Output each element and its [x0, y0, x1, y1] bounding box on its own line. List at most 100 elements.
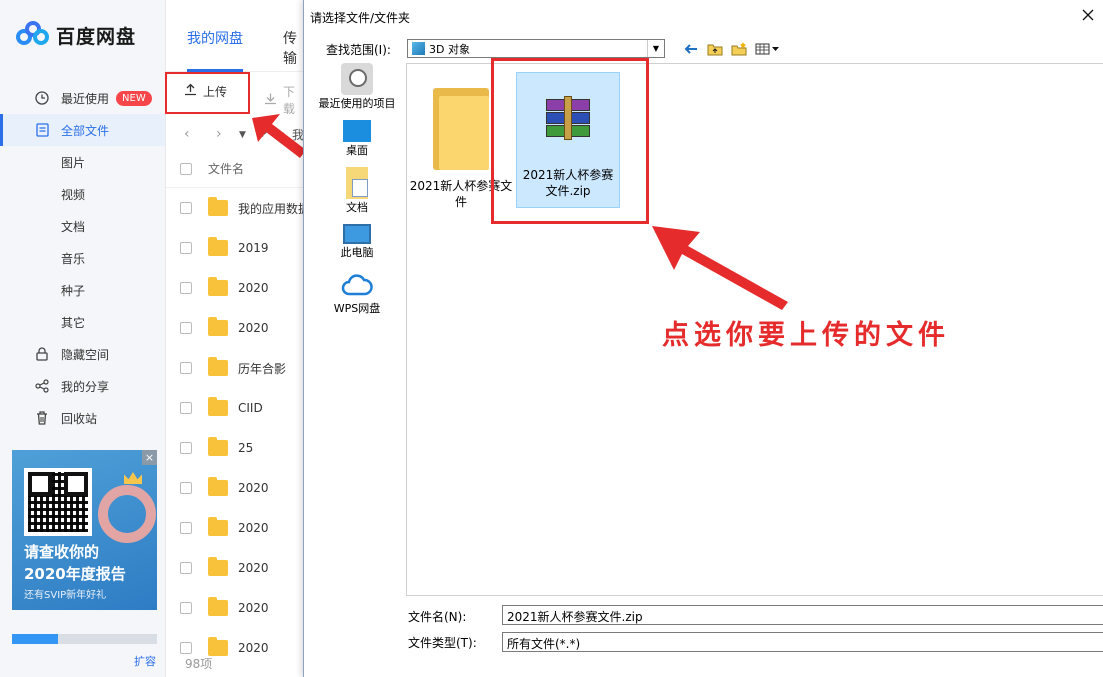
- back-icon[interactable]: ‹: [184, 126, 190, 142]
- filetype-label: 文件类型(T):: [408, 636, 477, 650]
- tab-my-netdisk[interactable]: 我的网盘: [187, 28, 243, 48]
- place-documents[interactable]: 文档: [314, 167, 400, 214]
- table-row[interactable]: 2020: [166, 268, 306, 308]
- row-checkbox[interactable]: [180, 322, 192, 334]
- row-checkbox[interactable]: [180, 562, 192, 574]
- row-checkbox[interactable]: [180, 482, 192, 494]
- select-all-checkbox[interactable]: [180, 162, 192, 175]
- new-folder-icon[interactable]: [730, 40, 748, 57]
- sidebar-nav: 最近使用 NEW 全部文件 图片 视频 文档 音乐 种子 其它 隐藏空间 我的分…: [0, 82, 165, 434]
- folder-icon: [208, 197, 228, 216]
- lookin-label: 查找范围(I):: [326, 43, 391, 57]
- sidebar-item-music[interactable]: 音乐: [0, 242, 165, 274]
- file-name: 2020: [238, 281, 269, 295]
- table-row[interactable]: CIID: [166, 388, 306, 428]
- sidebar-item-label: 种子: [61, 283, 86, 298]
- row-checkbox[interactable]: [180, 362, 192, 374]
- row-checkbox[interactable]: [180, 202, 192, 214]
- place-label: WPS网盘: [333, 302, 381, 315]
- sidebar-item-label: 文档: [61, 219, 86, 234]
- computer-icon: [343, 224, 371, 244]
- row-checkbox[interactable]: [180, 522, 192, 534]
- instruction-callout: 点选你要上传的文件: [662, 320, 950, 351]
- file-name: 2020: [238, 641, 269, 655]
- sidebar-item-all-files[interactable]: 全部文件: [0, 114, 165, 146]
- lookin-dropdown[interactable]: 3D 对象 ▼: [407, 39, 665, 58]
- expand-storage-link[interactable]: 扩容: [134, 653, 156, 669]
- table-row[interactable]: 2020: [166, 588, 306, 628]
- place-this-pc[interactable]: 此电脑: [314, 224, 400, 259]
- sidebar-item-label: 回收站: [61, 411, 98, 426]
- back-arrow-icon[interactable]: [682, 40, 700, 57]
- chevron-down-icon[interactable]: ▼: [647, 40, 664, 57]
- view-menu-icon[interactable]: [754, 40, 782, 57]
- sidebar-item-label: 最近使用: [61, 91, 110, 106]
- sidebar-item-label: 其它: [61, 315, 86, 330]
- sidebar-item-videos[interactable]: 视频: [0, 178, 165, 210]
- file-name: 2019: [238, 241, 269, 255]
- place-label: 此电脑: [340, 246, 374, 259]
- row-checkbox[interactable]: [180, 442, 192, 454]
- row-checkbox[interactable]: [180, 402, 192, 414]
- place-recent[interactable]: 最近使用的项目: [314, 63, 400, 110]
- table-row[interactable]: 历年合影: [166, 348, 306, 388]
- place-desktop[interactable]: 桌面: [314, 120, 400, 157]
- red-arrow-icon: [252, 114, 306, 158]
- baidu-netdisk-window: 百度网盘 最近使用 NEW 全部文件 图片 视频 文档 音乐 种子 其它 隐藏空…: [0, 0, 1103, 677]
- promo-headline-2: 2020年度报告: [24, 565, 126, 583]
- row-checkbox[interactable]: [180, 242, 192, 254]
- dialog-toolbar: [682, 39, 782, 58]
- folder-icon: [208, 237, 228, 256]
- file-name: 我的应用数据: [238, 201, 306, 216]
- annual-report-banner[interactable]: × 请查收你的 2020年度报告 还有SVIP新年好礼: [12, 450, 157, 610]
- folder-icon: [208, 397, 228, 416]
- row-checkbox[interactable]: [180, 282, 192, 294]
- file-name: 2020: [238, 561, 269, 575]
- table-row[interactable]: 25: [166, 428, 306, 468]
- close-icon[interactable]: ×: [142, 450, 157, 465]
- table-row[interactable]: 我的应用数据: [166, 188, 306, 228]
- file-list: 文件名 我的应用数据 2019 2020 2020 历年合影 CIID 25 2020 2020…: [166, 150, 306, 668]
- up-folder-icon[interactable]: [706, 40, 724, 57]
- sidebar-item-images[interactable]: 图片: [0, 146, 165, 178]
- sidebar-item-other[interactable]: 其它: [0, 306, 165, 338]
- forward-icon[interactable]: ›: [216, 126, 222, 142]
- sidebar-item-label: 视频: [61, 187, 86, 202]
- sidebar-item-recycle-bin[interactable]: 回收站: [0, 402, 165, 434]
- file-name: 25: [238, 441, 254, 455]
- sidebar-item-recent[interactable]: 最近使用 NEW: [0, 82, 165, 114]
- sidebar-item-torrents[interactable]: 种子: [0, 274, 165, 306]
- close-icon[interactable]: [1081, 8, 1095, 22]
- column-header-name[interactable]: 文件名: [208, 160, 244, 177]
- selected-file-highlight-box: [491, 58, 649, 224]
- desktop-icon: [343, 120, 371, 142]
- sidebar-item-label: 我的分享: [61, 379, 110, 394]
- place-wps-cloud[interactable]: WPS网盘: [314, 269, 400, 315]
- sidebar-item-my-shares[interactable]: 我的分享: [0, 370, 165, 402]
- table-row[interactable]: 2020: [166, 548, 306, 588]
- filetype-select[interactable]: 所有文件(*.*): [502, 632, 1103, 652]
- places-bar: 最近使用的项目 桌面 文档 此电脑 WPS网盘: [314, 63, 400, 603]
- sidebar-item-documents[interactable]: 文档: [0, 210, 165, 242]
- promo-headline: 请查收你的: [24, 543, 100, 561]
- lookin-value: 3D 对象: [429, 42, 470, 56]
- sidebar-item-label: 全部文件: [61, 123, 110, 138]
- row-checkbox[interactable]: [180, 602, 192, 614]
- file-name: 2020: [238, 481, 269, 495]
- table-row[interactable]: 2019: [166, 228, 306, 268]
- promo-subtext: 还有SVIP新年好礼: [24, 590, 107, 601]
- table-row[interactable]: 2020: [166, 468, 306, 508]
- sidebar-item-hidden-space[interactable]: 隐藏空间: [0, 338, 165, 370]
- folder-icon: [208, 637, 228, 656]
- folder-icon: [208, 557, 228, 576]
- app-logo[interactable]: 百度网盘: [16, 20, 136, 50]
- table-row[interactable]: 2020: [166, 308, 306, 348]
- row-checkbox[interactable]: [180, 642, 192, 654]
- item-count: 98项: [185, 657, 213, 671]
- chevron-down-icon[interactable]: ▼: [239, 130, 246, 140]
- filename-field[interactable]: 2021新人杯参赛文件.zip: [502, 605, 1103, 625]
- folder-icon: [208, 357, 228, 376]
- storage-usage-bar: [12, 634, 157, 644]
- mascot-illustration: [98, 485, 156, 543]
- table-row[interactable]: 2020: [166, 508, 306, 548]
